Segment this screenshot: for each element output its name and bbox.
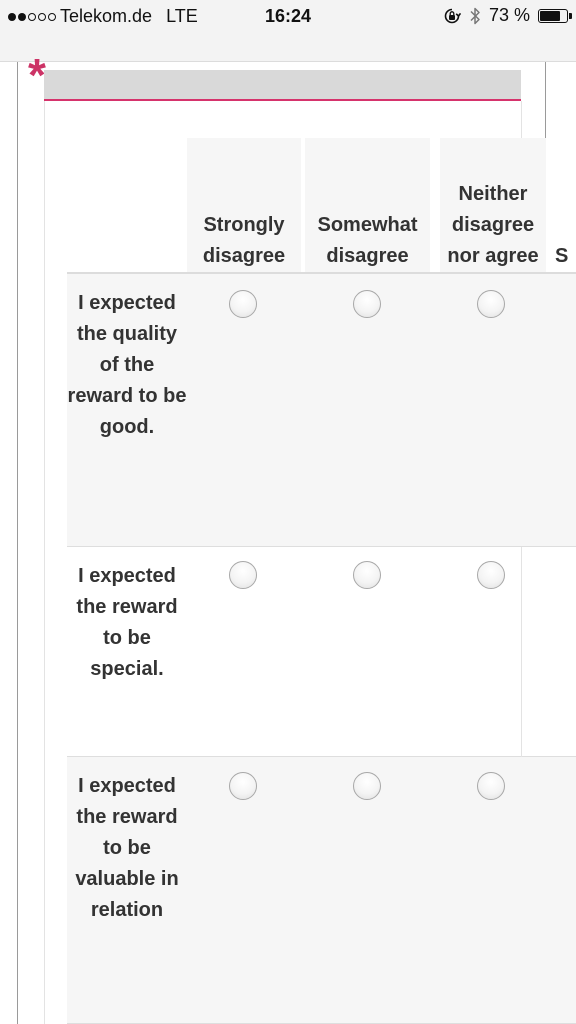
page-border-left bbox=[17, 62, 18, 1024]
battery-level bbox=[540, 10, 561, 21]
radio-neither[interactable] bbox=[477, 772, 505, 800]
battery-icon bbox=[538, 8, 572, 23]
radio-somewhat-disagree[interactable] bbox=[353, 772, 381, 800]
row-label: I expected the reward to be valuable in … bbox=[75, 775, 179, 921]
radio-strongly-disagree[interactable] bbox=[229, 290, 257, 318]
bluetooth-icon bbox=[470, 7, 480, 24]
status-bar: Telekom.de LTE 16:24 73 % bbox=[0, 0, 576, 62]
question-header-bar bbox=[44, 70, 521, 101]
radio-neither[interactable] bbox=[477, 290, 505, 318]
column-divider bbox=[521, 547, 522, 757]
matrix-row: I expected the reward to be valuable in … bbox=[67, 757, 576, 1024]
row-label: I expected the reward to be special. bbox=[76, 565, 178, 680]
battery-percentage: 73 % bbox=[488, 5, 530, 25]
matrix-row: I expected the quality of the reward to … bbox=[67, 274, 576, 547]
status-bar-right: 73 % bbox=[443, 5, 572, 26]
column-header-neither: Neither disagree nor agree bbox=[440, 138, 546, 272]
radio-somewhat-disagree[interactable] bbox=[353, 290, 381, 318]
matrix-row: I expected the reward to be special. bbox=[67, 547, 576, 757]
column-header-strongly-disagree: Strongly disagree bbox=[187, 138, 301, 272]
column-header-somewhat-disagree: Somewhat disagree bbox=[305, 138, 430, 272]
radio-strongly-disagree[interactable] bbox=[229, 772, 257, 800]
radio-neither[interactable] bbox=[477, 561, 505, 589]
radio-somewhat-disagree[interactable] bbox=[353, 561, 381, 589]
radio-strongly-disagree[interactable] bbox=[229, 561, 257, 589]
rotation-lock-icon bbox=[444, 8, 461, 23]
row-label: I expected the quality of the reward to … bbox=[67, 292, 187, 438]
column-header-partial: S bbox=[555, 245, 569, 267]
